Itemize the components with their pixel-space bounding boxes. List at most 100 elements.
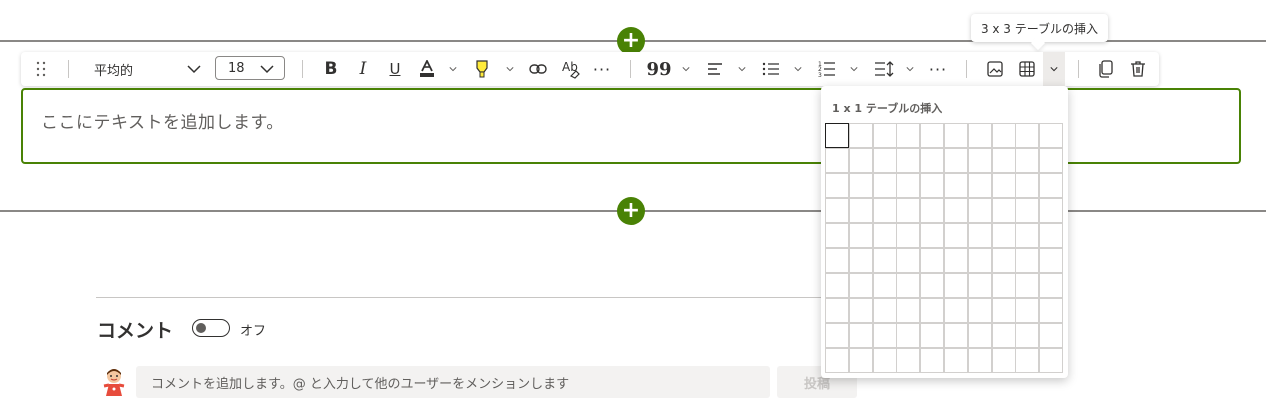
table-picker-cell[interactable] (825, 148, 849, 173)
table-picker-cell[interactable] (944, 223, 968, 248)
table-picker-cell[interactable] (920, 123, 945, 148)
table-picker-cell[interactable] (848, 323, 873, 348)
font-size-select[interactable]: 18 (215, 56, 285, 80)
font-color-icon[interactable] (416, 52, 438, 86)
bold-icon[interactable]: B (319, 52, 343, 86)
table-picker-cell[interactable] (1039, 223, 1064, 248)
table-picker-cell[interactable] (1015, 248, 1040, 273)
table-picker-cell[interactable] (991, 148, 1016, 173)
table-picker-cell[interactable] (944, 298, 968, 323)
table-picker-cell[interactable] (991, 223, 1016, 248)
comment-input[interactable]: コメントを追加します。@ と入力して他のユーザーをメンションします (136, 366, 770, 398)
table-picker-cell[interactable] (825, 198, 849, 223)
table-picker-cell[interactable] (872, 298, 897, 323)
table-picker-cell[interactable] (920, 248, 945, 273)
table-picker-cell[interactable] (848, 223, 873, 248)
table-picker-cell[interactable] (825, 298, 849, 323)
table-picker-cell[interactable] (1015, 148, 1040, 173)
table-picker-cell[interactable] (944, 198, 968, 223)
add-section-button-top[interactable]: + (617, 27, 645, 55)
table-picker-cell[interactable] (944, 323, 968, 348)
table-picker-cell[interactable] (920, 198, 945, 223)
numbering-icon[interactable]: 123 (816, 52, 838, 86)
table-picker-cell[interactable] (872, 148, 897, 173)
table-picker-cell[interactable] (1039, 323, 1064, 348)
table-picker-cell[interactable] (872, 223, 897, 248)
table-picker-cell[interactable] (896, 148, 921, 173)
align-icon[interactable] (704, 52, 726, 86)
table-picker-cell[interactable] (967, 348, 992, 373)
table-picker-cell[interactable] (1039, 273, 1064, 298)
chevron-down-icon[interactable] (792, 52, 804, 86)
table-picker-cell[interactable] (944, 348, 968, 373)
table-picker-cell[interactable] (825, 123, 849, 148)
table-picker-cell[interactable] (848, 298, 873, 323)
table-picker-cell[interactable] (920, 273, 945, 298)
table-picker-cell[interactable] (1039, 298, 1064, 323)
table-picker-cell[interactable] (1015, 348, 1040, 373)
table-picker-cell[interactable] (848, 148, 873, 173)
table-picker-cell[interactable] (1039, 248, 1064, 273)
table-picker-cell[interactable] (825, 348, 849, 373)
table-picker-cell[interactable] (872, 348, 897, 373)
delete-icon[interactable] (1127, 52, 1149, 86)
table-picker-cell[interactable] (872, 323, 897, 348)
copy-icon[interactable] (1095, 52, 1117, 86)
table-picker-cell[interactable] (991, 123, 1016, 148)
more-icon[interactable]: ··· (927, 52, 949, 86)
table-picker-cell[interactable] (1015, 123, 1040, 148)
link-icon[interactable] (527, 52, 549, 86)
table-icon[interactable] (1016, 52, 1038, 86)
table-picker-cell[interactable] (944, 148, 968, 173)
table-picker-cell[interactable] (848, 198, 873, 223)
table-picker-cell[interactable] (1039, 173, 1064, 198)
table-picker-cell[interactable] (825, 173, 849, 198)
underline-icon[interactable]: U (383, 52, 407, 86)
table-picker-cell[interactable] (825, 248, 849, 273)
line-spacing-icon[interactable] (872, 52, 896, 86)
table-picker-cell[interactable] (991, 198, 1016, 223)
table-picker-cell[interactable] (920, 223, 945, 248)
table-picker-cell[interactable] (967, 148, 992, 173)
table-picker-cell[interactable] (825, 273, 849, 298)
highlight-icon[interactable] (471, 52, 493, 86)
font-family-select[interactable]: 平均的 (89, 56, 209, 82)
table-picker-cell[interactable] (1015, 298, 1040, 323)
image-icon[interactable] (984, 52, 1006, 86)
table-picker-cell[interactable] (1015, 273, 1040, 298)
table-picker-cell[interactable] (920, 173, 945, 198)
table-picker-cell[interactable] (967, 198, 992, 223)
clear-format-icon[interactable]: Ab (559, 52, 583, 86)
table-picker-cell[interactable] (967, 298, 992, 323)
chevron-down-icon[interactable] (904, 52, 916, 86)
table-picker-cell[interactable] (872, 198, 897, 223)
table-picker-cell[interactable] (896, 123, 921, 148)
chevron-down-icon[interactable] (504, 52, 516, 86)
table-picker-cell[interactable] (944, 248, 968, 273)
table-picker-cell[interactable] (848, 273, 873, 298)
italic-icon[interactable]: I (351, 52, 375, 86)
table-picker-cell[interactable] (967, 173, 992, 198)
table-picker-cell[interactable] (848, 123, 873, 148)
table-picker-cell[interactable] (920, 298, 945, 323)
table-picker-cell[interactable] (896, 273, 921, 298)
chevron-down-icon[interactable] (447, 52, 459, 86)
table-picker-cell[interactable] (967, 248, 992, 273)
table-picker-cell[interactable] (896, 248, 921, 273)
table-picker-cell[interactable] (896, 348, 921, 373)
table-picker-cell[interactable] (872, 173, 897, 198)
chevron-down-icon[interactable] (736, 52, 748, 86)
table-picker-cell[interactable] (920, 348, 945, 373)
table-dropdown-button[interactable] (1043, 52, 1065, 86)
table-picker-cell[interactable] (967, 273, 992, 298)
drag-handle-icon[interactable] (31, 52, 51, 86)
table-picker-cell[interactable] (1015, 198, 1040, 223)
chevron-down-icon[interactable] (848, 52, 860, 86)
table-picker-cell[interactable] (1015, 173, 1040, 198)
table-picker-cell[interactable] (825, 323, 849, 348)
table-picker-cell[interactable] (896, 298, 921, 323)
table-picker-cell[interactable] (1039, 123, 1064, 148)
comments-toggle[interactable] (192, 319, 230, 337)
table-picker-cell[interactable] (920, 323, 945, 348)
table-picker-cell[interactable] (991, 173, 1016, 198)
